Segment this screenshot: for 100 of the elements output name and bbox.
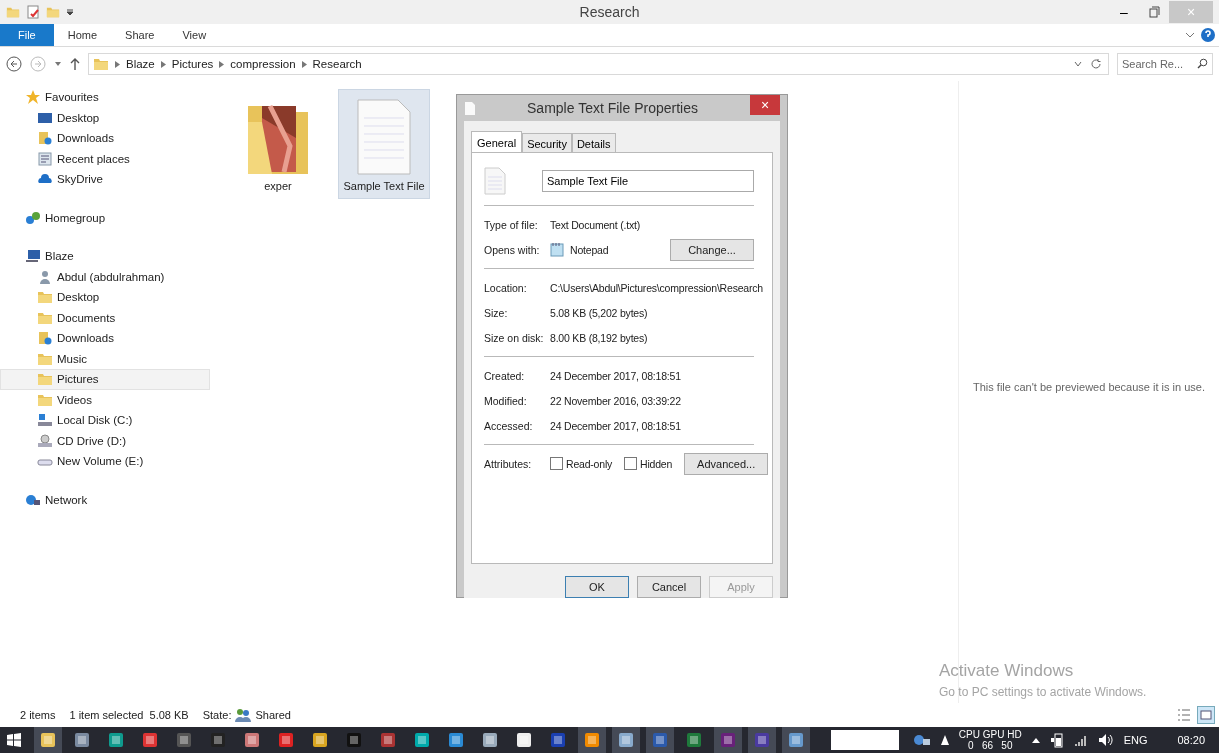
advanced-button[interactable]: Advanced...: [684, 452, 769, 475]
recent-dropdown-icon[interactable]: [54, 60, 62, 68]
checkbox[interactable]: [624, 457, 638, 470]
folder-icon: [93, 56, 109, 72]
property-value: 22 November 2016, 03:39:22: [550, 394, 681, 407]
nav-item[interactable]: Desktop: [0, 107, 210, 128]
network-icon[interactable]: [912, 733, 931, 747]
language-indicator[interactable]: ENG: [1123, 734, 1148, 746]
nav-item[interactable]: Pictures: [0, 369, 210, 390]
show-hidden-icon[interactable]: [1031, 737, 1040, 743]
property-value: 8.00 KB (8,192 bytes): [550, 331, 648, 344]
dialog-tab[interactable]: Security: [522, 133, 572, 153]
breadcrumb-arrow-icon: [115, 60, 120, 68]
app-icon: [244, 732, 260, 748]
app-icon: [142, 732, 158, 748]
search-field[interactable]: Search Re...: [1117, 53, 1213, 75]
nav-item[interactable]: Network: [0, 489, 210, 510]
download-folder-icon: [37, 130, 53, 147]
app-icon: [516, 732, 532, 748]
nav-item[interactable]: Homegroup: [0, 207, 210, 228]
flag-icon[interactable]: [940, 735, 949, 745]
disk-icon: [37, 412, 53, 429]
item-count: 2 items: [20, 709, 56, 721]
users-icon: [235, 708, 252, 722]
back-icon[interactable]: [6, 56, 22, 72]
app-icon: [448, 732, 464, 748]
breadcrumb[interactable]: Blaze: [126, 58, 155, 70]
ribbon-tab[interactable]: File: [0, 24, 54, 46]
property-label: Size on disk:: [484, 331, 545, 344]
address-field[interactable]: Blaze Pictures compression Research: [88, 53, 1109, 75]
nav-item[interactable]: Desktop: [0, 287, 210, 308]
up-arrow-icon[interactable]: [70, 57, 80, 71]
breadcrumb[interactable]: Pictures: [171, 58, 214, 70]
change-button[interactable]: Change...: [670, 238, 754, 261]
app-icon: [754, 732, 770, 748]
app-icon: [618, 732, 634, 748]
volume-icon[interactable]: [1097, 733, 1114, 747]
property-value: Notepad: [570, 243, 609, 256]
activation-title: Activate Windows: [939, 661, 1075, 681]
dialog-button[interactable]: Cancel: [637, 576, 701, 598]
property-label: Modified:: [484, 394, 528, 407]
ribbon-tab[interactable]: Share: [111, 24, 169, 46]
nav-item[interactable]: Blaze: [0, 246, 210, 267]
expand-ribbon-icon[interactable]: [1185, 31, 1195, 39]
app-icon: [380, 732, 396, 748]
ribbon-tab[interactable]: View: [168, 24, 221, 46]
nav-item[interactable]: Downloads: [0, 128, 210, 149]
notepad-icon: [550, 242, 564, 257]
property-value: C:\Users\Abdul\Pictures\compression\Research: [550, 281, 763, 294]
nav-item[interactable]: CD Drive (D:): [0, 430, 210, 451]
clock[interactable]: 08:20: [1177, 734, 1205, 746]
property-value: Text Document (.txt): [550, 218, 640, 231]
nav-item[interactable]: SkyDrive: [0, 169, 210, 190]
recent-places-icon: [37, 150, 53, 167]
nav-item[interactable]: Abdul (abdulrahman): [0, 266, 210, 287]
dropdown-icon[interactable]: [66, 8, 74, 16]
large-icons-view-icon[interactable]: [1197, 706, 1215, 724]
signal-icon[interactable]: [1073, 733, 1088, 747]
help-icon[interactable]: [1201, 28, 1215, 42]
app-icon: [312, 732, 328, 748]
dialog-tab[interactable]: Details: [571, 133, 616, 153]
dialog-tab[interactable]: General: [471, 131, 523, 153]
toolbar-field[interactable]: [830, 730, 899, 750]
nav-item[interactable]: Downloads: [0, 328, 210, 349]
property-label: Type of file:: [484, 218, 539, 231]
close-button[interactable]: ×: [750, 95, 780, 115]
taskbar-app[interactable]: [34, 727, 62, 753]
properties-icon[interactable]: [26, 5, 40, 19]
file-item[interactable]: Sample Text File: [338, 89, 430, 199]
nav-item[interactable]: New Volume (E:): [0, 451, 210, 472]
nav-item[interactable]: Music: [0, 348, 210, 369]
preview-message: This file can't be previewed because it is in use.: [973, 381, 1205, 393]
state-label: State:: [202, 709, 232, 721]
property-label: Accessed:: [484, 419, 534, 432]
minimize-button[interactable]: –: [1109, 1, 1139, 23]
app-icon: [482, 732, 498, 748]
battery-icon[interactable]: [1049, 732, 1064, 748]
app-icon: [788, 732, 804, 748]
nav-item[interactable]: Documents: [0, 307, 210, 328]
folder-icon: [37, 289, 53, 306]
ribbon-tab[interactable]: Home: [53, 24, 112, 46]
search-icon: [1197, 58, 1208, 69]
breadcrumb[interactable]: compression: [230, 58, 296, 70]
file-name-field[interactable]: Sample Text File: [542, 170, 754, 192]
windows-logo-icon: [7, 733, 21, 747]
file-item[interactable]: exper: [232, 89, 324, 199]
dropdown-icon[interactable]: [1074, 61, 1082, 67]
breadcrumb[interactable]: Research: [312, 58, 362, 70]
activation-message: Go to PC settings to activate Windows.: [939, 685, 1147, 699]
nav-item[interactable]: Videos: [0, 389, 210, 410]
text-file-icon: [484, 167, 506, 195]
refresh-icon[interactable]: [1090, 58, 1102, 70]
nav-item[interactable]: Favourites: [0, 87, 210, 108]
cd-drive-icon: [37, 432, 53, 449]
nav-item[interactable]: Local Disk (C:): [0, 410, 210, 431]
dialog-button[interactable]: OK: [565, 576, 629, 598]
checkbox-label: Hidden: [640, 457, 673, 470]
checkbox[interactable]: [550, 457, 563, 470]
nav-item[interactable]: Recent places: [0, 148, 210, 169]
breadcrumb-arrow-icon: [301, 60, 307, 68]
